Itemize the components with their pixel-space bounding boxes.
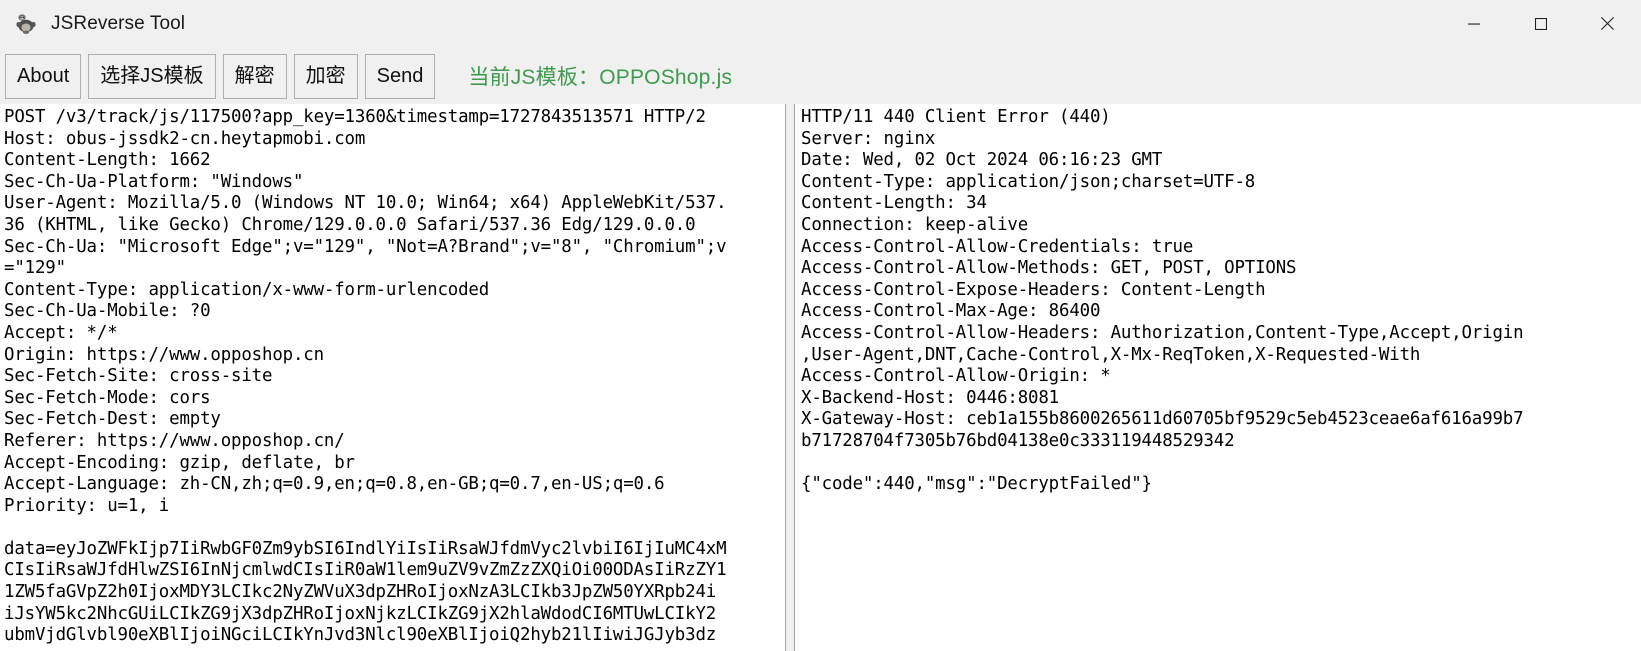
content-panes: POST /v3/track/js/117500?app_key=1360&ti… xyxy=(0,104,1641,651)
current-template-label: 当前JS模板：OPPOShop.js xyxy=(468,66,733,89)
response-text[interactable]: HTTP/11 440 Client Error (440) Server: n… xyxy=(795,104,1641,496)
minimize-button[interactable] xyxy=(1440,0,1507,47)
close-button[interactable] xyxy=(1574,0,1641,47)
window-controls xyxy=(1440,0,1641,47)
response-pane[interactable]: HTTP/11 440 Client Error (440) Server: n… xyxy=(795,104,1641,651)
maximize-icon xyxy=(1534,17,1547,30)
request-text[interactable]: POST /v3/track/js/117500?app_key=1360&ti… xyxy=(0,104,785,647)
maximize-button[interactable] xyxy=(1507,0,1574,47)
about-button[interactable]: About xyxy=(5,53,82,99)
send-button[interactable]: Send xyxy=(364,53,436,99)
toolbar: About 选择JS模板 解密 加密 Send 当前JS模板：OPPOShop.… xyxy=(0,48,1641,104)
encrypt-button[interactable]: 加密 xyxy=(293,53,358,99)
minimize-icon xyxy=(1467,23,1480,25)
app-monkey-icon xyxy=(13,11,39,37)
pane-splitter[interactable] xyxy=(786,104,795,651)
title-bar-left: JSReverse Tool xyxy=(0,11,185,37)
jsreverse-tool-window: JSReverse Tool About 选择JS模板 解密 加密 Send 当… xyxy=(0,0,1641,651)
title-bar: JSReverse Tool xyxy=(0,0,1641,48)
window-title: JSReverse Tool xyxy=(51,12,186,34)
close-icon xyxy=(1601,17,1614,30)
request-pane[interactable]: POST /v3/track/js/117500?app_key=1360&ti… xyxy=(0,104,786,651)
select-js-template-button[interactable]: 选择JS模板 xyxy=(88,53,216,99)
decrypt-button[interactable]: 解密 xyxy=(222,53,287,99)
